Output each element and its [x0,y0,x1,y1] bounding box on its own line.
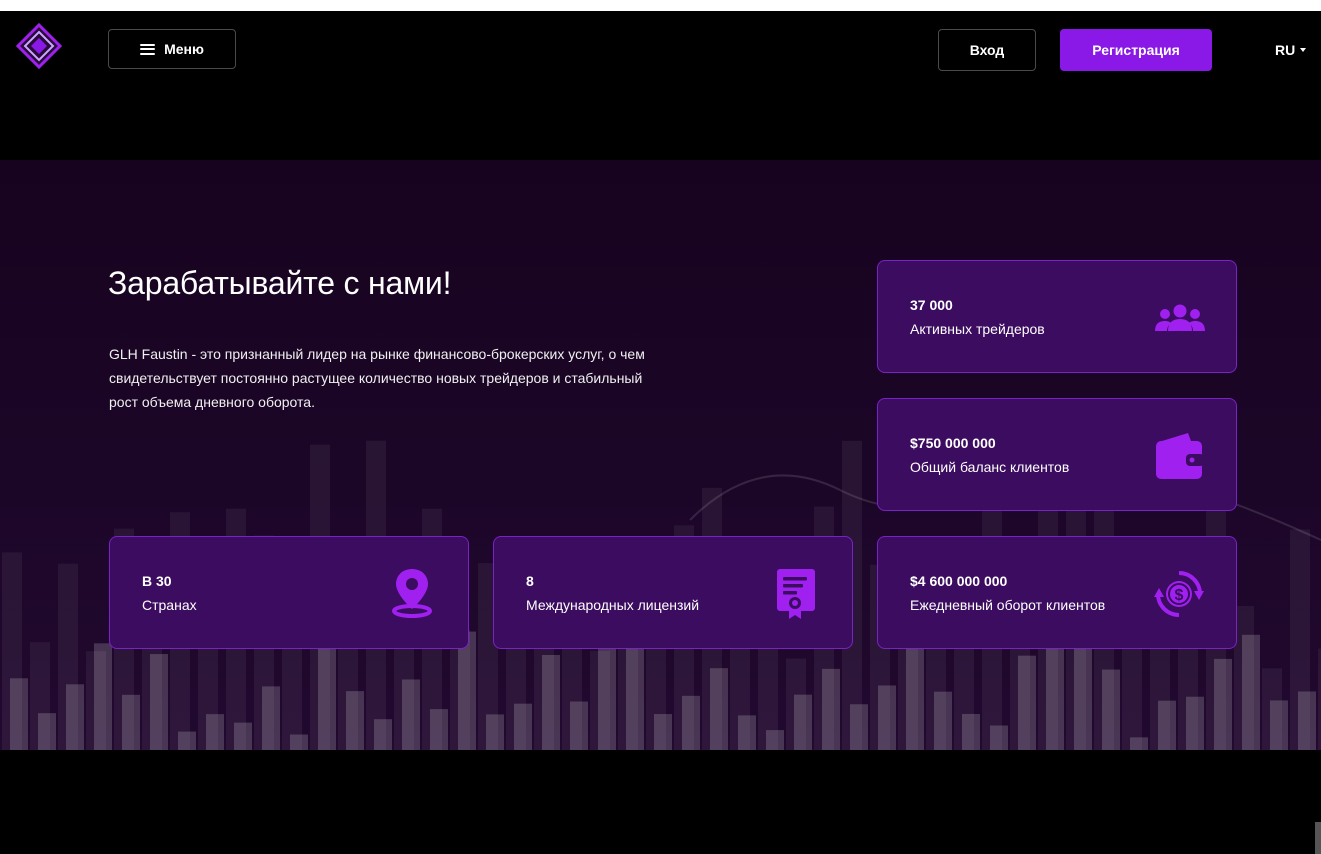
users-icon [1155,304,1205,331]
stat-card-balance: $750 000 000 Общий баланс клиентов [877,398,1237,511]
caret-down-icon [1300,48,1307,52]
stat-label: Международных лицензий [526,597,700,613]
money-exchange-icon: $ [1154,571,1204,617]
hero-title: Зарабатывайте с нами! [108,265,452,301]
stat-value: 37 000 [910,297,953,313]
stat-card-licenses: 8 Международных лицензий [493,536,853,649]
stat-card-turnover: $4 600 000 000 Ежедневный оборот клиенто… [877,536,1237,649]
hamburger-icon [140,43,156,55]
svg-text:$: $ [1175,587,1184,604]
login-button-label: Вход [969,42,1005,58]
stat-label: Странах [142,597,197,613]
wallet-icon [1156,433,1204,479]
stat-label: Ежедневный оборот клиентов [910,597,1106,613]
register-button-label: Регистрация [1092,42,1180,58]
language-code: RU [1275,42,1296,58]
stat-value: В 30 [142,573,172,589]
login-button[interactable]: Вход [938,29,1036,71]
browser-bookmarks-strip [0,0,1321,11]
page-footer-area [0,750,1321,854]
stat-label: Активных трейдеров [910,321,1045,337]
hero-section: Зарабатывайте с нами! GLH Faustin - это … [0,160,1321,750]
hero-description: GLH Faustin - это признанный лидер на ры… [109,346,645,410]
stat-label: Общий баланс клиентов [910,459,1070,475]
glh-logo[interactable] [15,22,63,70]
site-header: Меню Вход Регистрация RU [0,11,1321,91]
certificate-icon [777,569,815,619]
stat-card-traders: 37 000 Активных трейдеров [877,260,1237,373]
scrollbar-corner [1315,822,1321,854]
stat-card-countries: В 30 Странах [109,536,469,649]
stat-value: $750 000 000 [910,435,996,451]
menu-button[interactable]: Меню [108,29,236,69]
stat-value: 8 [526,573,534,589]
menu-button-label: Меню [164,41,204,57]
map-pin-icon [392,569,432,618]
language-selector[interactable]: RU [1275,42,1307,58]
register-button[interactable]: Регистрация [1060,29,1212,71]
stat-value: $4 600 000 000 [910,573,1008,589]
